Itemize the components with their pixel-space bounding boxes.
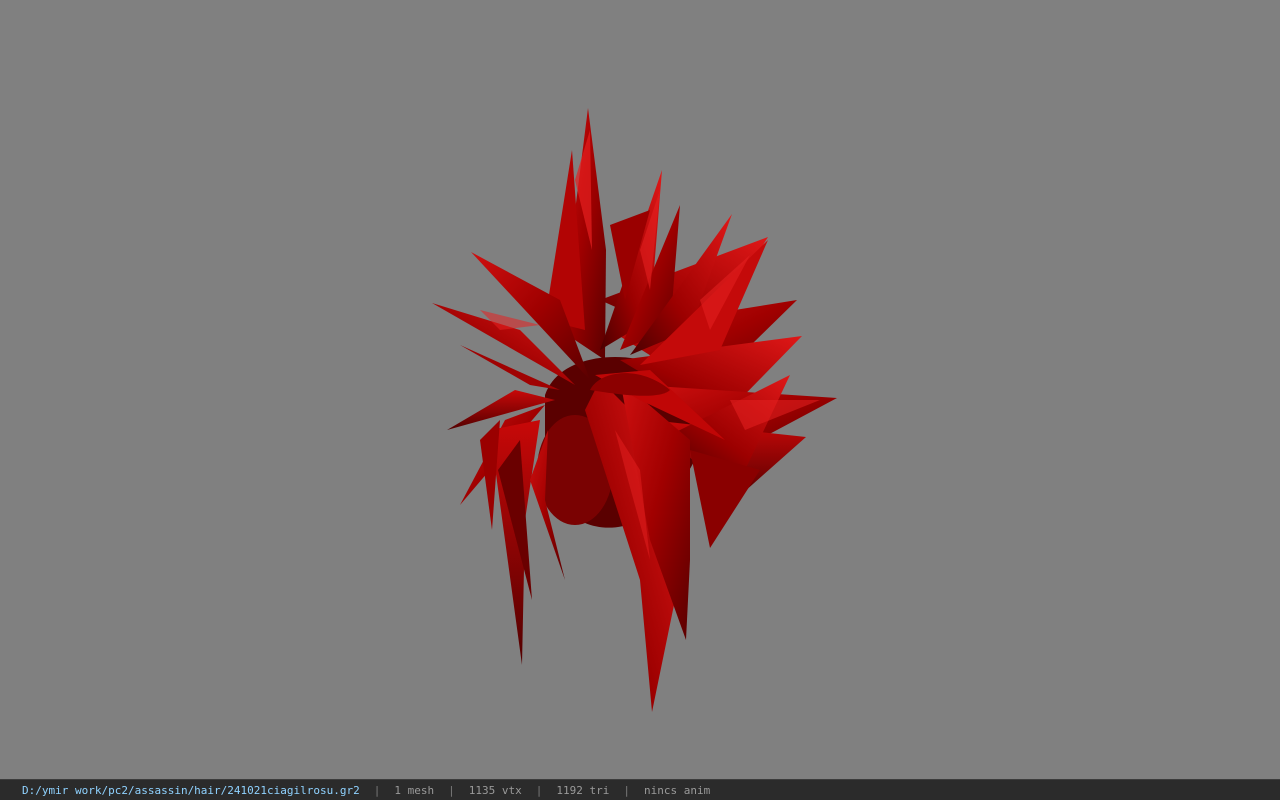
status-bar: D:/ymir work/pc2/assassin/hair/241021cia… bbox=[0, 779, 1280, 800]
separator: | bbox=[373, 783, 381, 797]
separator: | bbox=[623, 783, 630, 797]
animation-status: nincs anim bbox=[643, 783, 711, 797]
file-path: D:/ymir work/pc2/assassin/hair/241021cia… bbox=[22, 783, 360, 797]
vertex-count: 1135 vtx bbox=[468, 783, 522, 797]
separator: | bbox=[535, 783, 543, 797]
separator: | bbox=[448, 783, 455, 797]
hair-model bbox=[432, 108, 837, 712]
triangle-count: 1192 tri bbox=[556, 783, 610, 797]
3d-viewport[interactable] bbox=[0, 0, 1280, 779]
mesh-count: 1 mesh bbox=[394, 783, 435, 797]
